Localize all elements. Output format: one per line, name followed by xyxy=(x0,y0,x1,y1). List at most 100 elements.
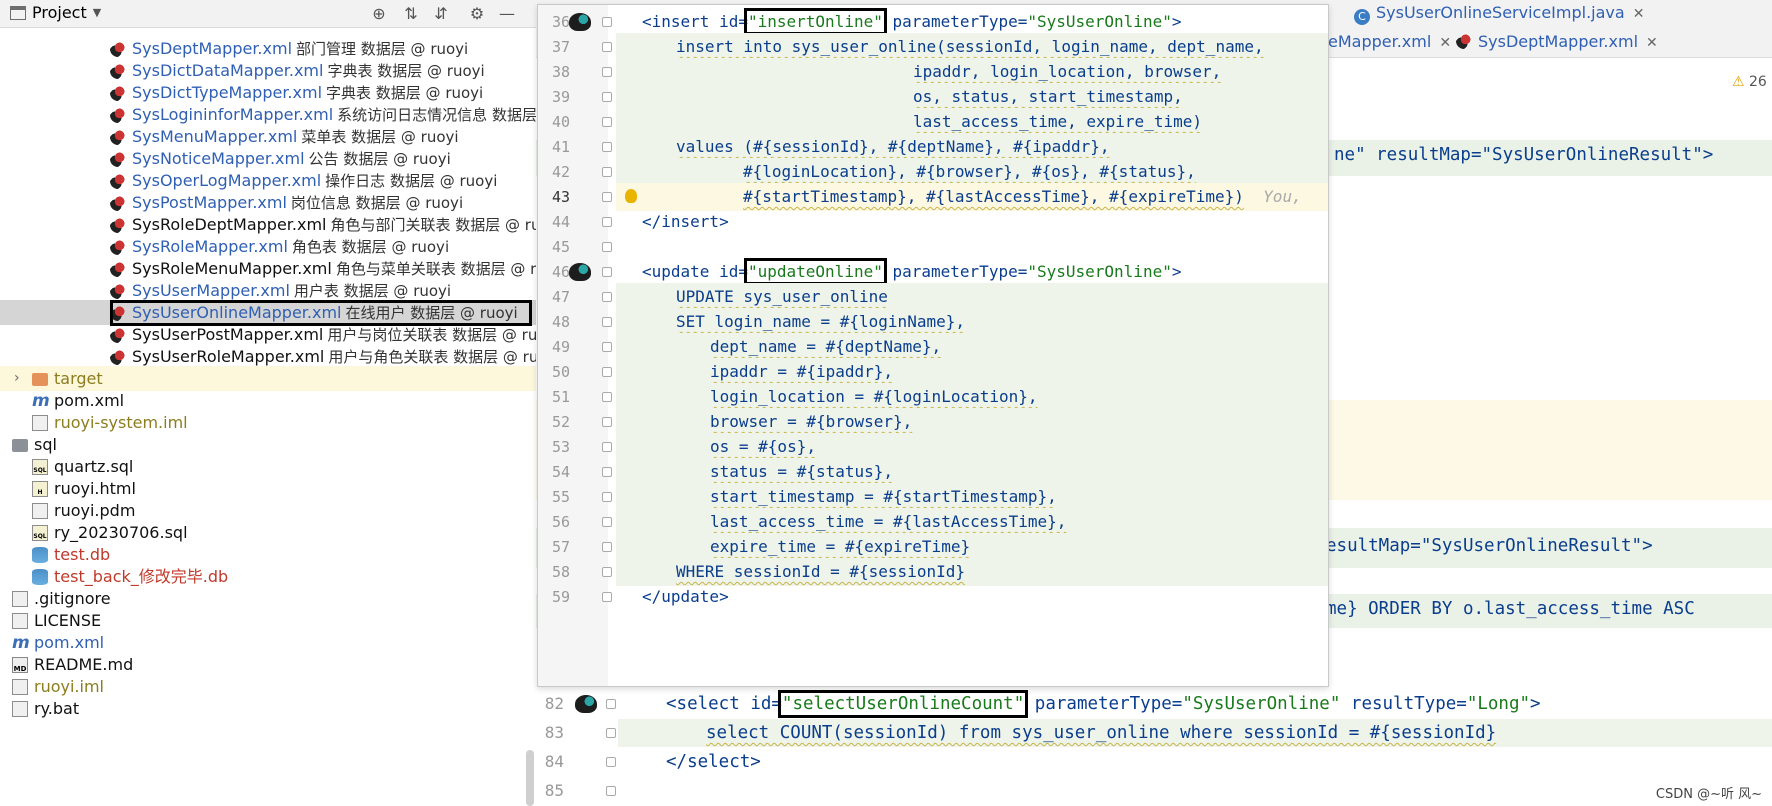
fold-marker-icon[interactable] xyxy=(602,392,612,402)
fold-marker-icon[interactable] xyxy=(606,728,616,738)
fold-marker-icon[interactable] xyxy=(602,142,612,152)
tree-scrollbar[interactable] xyxy=(526,750,534,806)
fold-marker-icon[interactable] xyxy=(606,699,616,709)
code-line[interactable]: 57 expire_time = #{expireTime} xyxy=(538,533,1328,561)
fold-marker-icon[interactable] xyxy=(602,42,612,52)
fold-marker-icon[interactable] xyxy=(602,442,612,452)
tree-item[interactable]: ry.bat xyxy=(0,696,536,721)
code-line[interactable]: 48 SET login_name = #{loginName}, xyxy=(538,308,1328,336)
markdown-icon: MD xyxy=(12,657,28,673)
warning-icon: ⚠ xyxy=(1732,74,1745,90)
code-line[interactable]: 42 #{loginLocation}, #{browser}, #{os}, #… xyxy=(538,158,1328,186)
mybatis-navigate-icon[interactable] xyxy=(569,13,591,31)
gear-icon[interactable]: ⚙ xyxy=(466,3,488,25)
tab-sysuseronlineserviceimpl[interactable]: C SysUserOnlineServiceImpl.java ✕ xyxy=(1354,0,1644,26)
lightbulb-icon[interactable] xyxy=(625,189,637,203)
code-line[interactable]: 38 ipaddr, login_location, browser, xyxy=(538,58,1328,86)
code-line[interactable]: 47 UPDATE sys_user_online xyxy=(538,283,1328,311)
code-line[interactable]: 40 last_access_time, expire_time) xyxy=(538,108,1328,136)
line-number: 50 xyxy=(551,363,570,381)
fold-marker-icon[interactable] xyxy=(602,167,612,177)
tree-item-label: LICENSE xyxy=(34,611,102,630)
warnings-indicator[interactable]: ⚠ 26 xyxy=(1732,74,1767,90)
fold-marker-icon[interactable] xyxy=(602,192,612,202)
fold-marker-icon[interactable] xyxy=(602,492,612,502)
project-view-selector[interactable]: Project ▼ xyxy=(10,3,101,22)
code-line[interactable]: 56 last_access_time = #{lastAccessTime}, xyxy=(538,508,1328,536)
line-number: 48 xyxy=(551,313,570,331)
code-line[interactable]: 83 select COUNT(sessionId) from sys_user_… xyxy=(536,719,1772,747)
locate-icon[interactable]: ⊕ xyxy=(368,3,390,25)
code-line[interactable]: 51 login_location = #{loginLocation}, xyxy=(538,383,1328,411)
tree-item-label: SysUserRoleMapper.xml xyxy=(132,347,325,366)
line-number: 53 xyxy=(551,438,570,456)
fold-marker-icon[interactable] xyxy=(602,17,612,27)
code-line[interactable]: 82 <select id="selectUserOnlineCount" par… xyxy=(536,690,1772,718)
tab-sysdeptmapper[interactable]: SysDeptMapper.xml ✕ xyxy=(1456,29,1658,55)
code-line[interactable]: 36 <insert id="insertOnline" parameterTyp… xyxy=(538,8,1328,36)
gitignore-icon xyxy=(12,591,28,607)
code-line[interactable]: 85 xyxy=(536,777,1772,805)
code-line[interactable]: 37 insert into sys_user_online(sessionId,… xyxy=(538,33,1328,61)
tree-item-description: 角色表 数据层 @ ruoyi xyxy=(291,238,450,256)
code-line[interactable]: 52 browser = #{browser}, xyxy=(538,408,1328,436)
code-line[interactable]: 54 status = #{status}, xyxy=(538,458,1328,486)
fold-marker-icon[interactable] xyxy=(602,317,612,327)
fold-marker-icon[interactable] xyxy=(602,517,612,527)
expand-all-icon[interactable]: ⇅ xyxy=(400,3,422,25)
mybatis-navigate-icon[interactable] xyxy=(575,695,597,713)
tree-item-label: test.db xyxy=(54,545,111,564)
mybatis-bird-icon xyxy=(110,173,126,189)
fold-marker-icon[interactable] xyxy=(602,92,612,102)
code-content: start_timestamp = #{startTimestamp}, xyxy=(710,487,1057,506)
fold-marker-icon[interactable] xyxy=(602,342,612,352)
fold-marker-icon[interactable] xyxy=(602,267,612,277)
project-title: Project xyxy=(32,3,87,22)
code-line[interactable]: 44 </insert> xyxy=(538,208,1328,236)
line-number: 57 xyxy=(551,538,570,556)
collapse-all-icon[interactable]: ⇵ xyxy=(430,3,452,25)
tab-usermapper[interactable]: eMapper.xml ✕ xyxy=(1328,29,1451,55)
fold-marker-icon[interactable] xyxy=(602,417,612,427)
tree-item-description: 角色与部门关联表 数据层 @ ru xyxy=(330,216,537,234)
code-line[interactable]: 43 #{startTimestamp}, #{lastAccessTime}, … xyxy=(538,183,1328,211)
mybatis-bird-icon xyxy=(110,217,126,233)
fold-marker-icon[interactable] xyxy=(602,592,612,602)
close-icon[interactable]: ✕ xyxy=(1633,6,1645,22)
fold-marker-icon[interactable] xyxy=(606,757,616,767)
fold-marker-icon[interactable] xyxy=(602,367,612,377)
code-line[interactable]: 50 ipaddr = #{ipaddr}, xyxy=(538,358,1328,386)
mybatis-navigate-icon[interactable] xyxy=(569,263,591,281)
fold-marker-icon[interactable] xyxy=(602,467,612,477)
code-line[interactable]: 46 <update id="updateOnline" parameterTyp… xyxy=(538,258,1328,286)
code-line[interactable]: 49 dept_name = #{deptName}, xyxy=(538,333,1328,361)
code-line[interactable]: 45 xyxy=(538,233,1328,261)
tree-item-label: SysUserPostMapper.xml xyxy=(132,325,324,344)
mybatis-bird-icon xyxy=(110,107,126,123)
minimize-icon[interactable]: — xyxy=(496,3,518,25)
fold-marker-icon[interactable] xyxy=(606,786,616,796)
code-content: login_location = #{loginLocation}, xyxy=(710,387,1038,406)
code-line[interactable]: 84 </select> xyxy=(536,748,1772,776)
line-number: 47 xyxy=(551,288,570,306)
code-content: </insert> xyxy=(642,212,729,231)
code-content: <insert id="insertOnline" parameterType=… xyxy=(642,8,1182,35)
code-line[interactable]: 55 start_timestamp = #{startTimestamp}, xyxy=(538,483,1328,511)
fold-marker-icon[interactable] xyxy=(602,567,612,577)
code-line[interactable]: 41 values (#{sessionId}, #{deptName}, #{i… xyxy=(538,133,1328,161)
code-line[interactable]: 53 os = #{os}, xyxy=(538,433,1328,461)
fold-marker-icon[interactable] xyxy=(602,542,612,552)
close-icon[interactable]: ✕ xyxy=(1439,35,1451,51)
line-number: 49 xyxy=(551,338,570,356)
code-line[interactable]: 59 </update> xyxy=(538,583,1328,611)
code-line[interactable]: 58 WHERE sessionId = #{sessionId} xyxy=(538,558,1328,586)
fold-marker-icon[interactable] xyxy=(602,117,612,127)
close-icon[interactable]: ✕ xyxy=(1646,35,1658,51)
fold-marker-icon[interactable] xyxy=(602,217,612,227)
tree-item-label: SysOperLogMapper.xml xyxy=(132,171,322,190)
file-icon xyxy=(32,503,48,519)
fold-marker-icon[interactable] xyxy=(602,292,612,302)
fold-marker-icon[interactable] xyxy=(602,242,612,252)
fold-marker-icon[interactable] xyxy=(602,67,612,77)
code-line[interactable]: 39 os, status, start_timestamp, xyxy=(538,83,1328,111)
